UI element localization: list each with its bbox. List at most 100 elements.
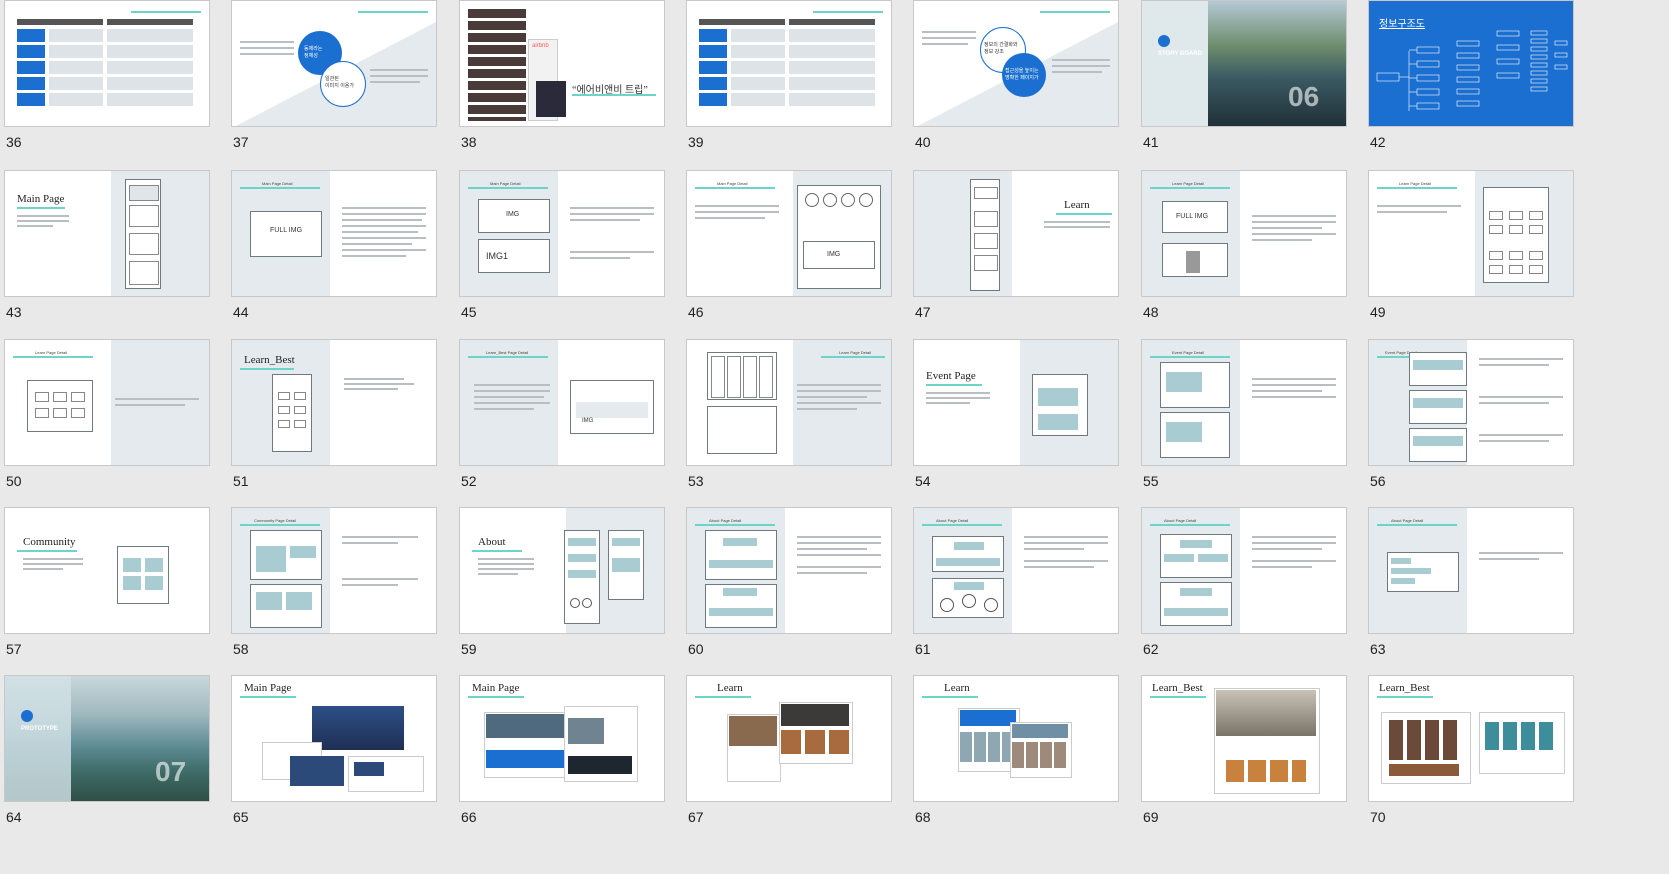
- image-placeholder: FULL IMG: [270, 227, 303, 234]
- slide-thumbnail[interactable]: Learn_Best: [231, 339, 437, 466]
- slide-number: 63: [1370, 641, 1386, 657]
- slide-title: Main Page: [244, 682, 292, 694]
- slide-sorter-grid: 36 동제라는 정체성 일관된 이미지 이용가 37 airbnb “에어비앤비…: [0, 0, 1669, 874]
- circle-text: 일관된 이미지 이용가: [325, 76, 354, 89]
- slide-number: 47: [915, 304, 931, 320]
- slide-title: Event Page: [926, 370, 976, 382]
- slide-number: 37: [233, 134, 249, 150]
- slide-thumbnail[interactable]: PROTOTYPE 07: [4, 675, 210, 802]
- circle-text: 접근성을 높이는 명확한 페이지가: [1005, 68, 1039, 81]
- slide-number: 68: [915, 809, 931, 825]
- slide-header: Main Page Detail: [262, 181, 293, 186]
- slide-thumbnail[interactable]: Event Page: [913, 339, 1119, 466]
- section-number: 07: [155, 756, 187, 787]
- slide-title: Main Page: [17, 193, 65, 205]
- slide-thumbnail[interactable]: Event Page Detail: [1141, 339, 1347, 466]
- slide-thumbnail[interactable]: [686, 0, 892, 127]
- image-placeholder: IMG: [582, 418, 594, 424]
- slide-number: 70: [1370, 809, 1386, 825]
- slide-number: 64: [6, 809, 22, 825]
- slide-thumbnail[interactable]: 동제라는 정체성 일관된 이미지 이용가: [231, 0, 437, 127]
- slide-thumbnail[interactable]: Community: [4, 507, 210, 634]
- slide-title: Main Page: [472, 682, 520, 694]
- slide-thumbnail[interactable]: Learn_Best Page Detail IMG: [459, 339, 665, 466]
- slide-number: 54: [915, 473, 931, 489]
- slide-thumbnail[interactable]: Main Page: [4, 170, 210, 297]
- slide-thumbnail[interactable]: About: [459, 507, 665, 634]
- slide-header: Learn Page Detail: [1399, 181, 1432, 186]
- slide-header: About Page Detail: [936, 518, 969, 523]
- slide-number: 43: [6, 304, 22, 320]
- slide-number: 55: [1143, 473, 1159, 489]
- slide-thumbnail[interactable]: Learn Page Detail FULL IMG: [1141, 170, 1347, 297]
- section-label: PROTOTYPE: [21, 726, 58, 732]
- slide-number: 66: [461, 809, 477, 825]
- slide-thumbnail[interactable]: Main Page Detail IMG: [686, 170, 892, 297]
- slide-number: 50: [6, 473, 22, 489]
- slide-thumbnail[interactable]: About Page Detail: [686, 507, 892, 634]
- slide-thumbnail[interactable]: Community Page Detail: [231, 507, 437, 634]
- slide-number: 51: [233, 473, 249, 489]
- section-label: STORY BOARD: [1158, 51, 1202, 57]
- slide-number: 36: [6, 134, 22, 150]
- slide-header: Event Page Detail: [1172, 350, 1205, 355]
- image-placeholder: IMG: [506, 211, 520, 218]
- slide-title: Learn: [1064, 199, 1090, 211]
- slide-title: Learn: [944, 682, 970, 694]
- slide-number: 61: [915, 641, 931, 657]
- slide-thumbnail[interactable]: Main Page: [459, 675, 665, 802]
- slide-thumbnail[interactable]: Learn Page Detail: [1368, 170, 1574, 297]
- slide-header: Main Page Detail: [490, 181, 521, 186]
- slide-number: 41: [1143, 134, 1159, 150]
- slide-header: About Page Detail: [1164, 518, 1197, 523]
- slide-thumbnail[interactable]: Learn: [686, 675, 892, 802]
- slide-thumbnail[interactable]: About Page Detail: [1141, 507, 1347, 634]
- slide-thumbnail[interactable]: Main Page Detail FULL IMG: [231, 170, 437, 297]
- circle-text: 정보의 간결화와 정보 강조: [984, 42, 1018, 55]
- slide-number: 42: [1370, 134, 1386, 150]
- slide-thumbnail[interactable]: Learn_Best: [1368, 675, 1574, 802]
- slide-number: 39: [688, 134, 704, 150]
- slide-number: 53: [688, 473, 704, 489]
- slide-number: 46: [688, 304, 704, 320]
- slide-number: 40: [915, 134, 931, 150]
- image-placeholder: IMG1: [486, 251, 509, 261]
- slide-thumbnail[interactable]: About Page Detail: [1368, 507, 1574, 634]
- slide-thumbnail[interactable]: 정보의 간결화와 정보 강조 접근성을 높이는 명확한 페이지가: [913, 0, 1119, 127]
- slide-number: 45: [461, 304, 477, 320]
- slide-number: 60: [688, 641, 704, 657]
- slide-number: 69: [1143, 809, 1159, 825]
- image-placeholder: IMG: [827, 251, 841, 258]
- slide-header: Learn_Best Page Detail: [486, 350, 529, 355]
- slide-header: About Page Detail: [709, 518, 742, 523]
- slide-thumbnail[interactable]: airbnb “에어비앤비 트립”: [459, 0, 665, 127]
- logo-icon: [1158, 35, 1170, 47]
- slide-thumbnail[interactable]: Learn Page Detail: [686, 339, 892, 466]
- section-number: 06: [1288, 81, 1320, 112]
- slide-thumbnail[interactable]: Learn: [913, 170, 1119, 297]
- slide-header: About Page Detail: [1391, 518, 1424, 523]
- slide-title: Learn_Best: [1152, 682, 1203, 694]
- slide-thumbnail[interactable]: Learn_Best: [1141, 675, 1347, 802]
- slide-number: 62: [1143, 641, 1159, 657]
- slide-number: 48: [1143, 304, 1159, 320]
- slide-number: 58: [233, 641, 249, 657]
- slide-title: Learn: [717, 682, 743, 694]
- slide-header: Community Page Detail: [254, 518, 297, 523]
- slide-title: Learn_Best: [244, 354, 295, 366]
- slide-title: Learn_Best: [1379, 682, 1430, 694]
- slide-thumbnail[interactable]: Main Page: [231, 675, 437, 802]
- slide-thumbnail[interactable]: Learn Page Detail: [4, 339, 210, 466]
- slide-thumbnail[interactable]: About Page Detail: [913, 507, 1119, 634]
- slide-thumbnail[interactable]: 정보구조도: [1368, 0, 1574, 127]
- slide-number: 49: [1370, 304, 1386, 320]
- slide-thumbnail[interactable]: STORY BOARD 06: [1141, 0, 1347, 127]
- slide-thumbnail[interactable]: Main Page Detail IMG IMG1: [459, 170, 665, 297]
- slide-thumbnail[interactable]: [4, 0, 210, 127]
- slide-number: 57: [6, 641, 22, 657]
- slide-thumbnail[interactable]: Event Page Detail: [1368, 339, 1574, 466]
- slide-thumbnail[interactable]: Learn: [913, 675, 1119, 802]
- image-placeholder: FULL IMG: [1176, 213, 1209, 220]
- slide-header: Learn Page Detail: [1172, 181, 1205, 186]
- slide-number: 59: [461, 641, 477, 657]
